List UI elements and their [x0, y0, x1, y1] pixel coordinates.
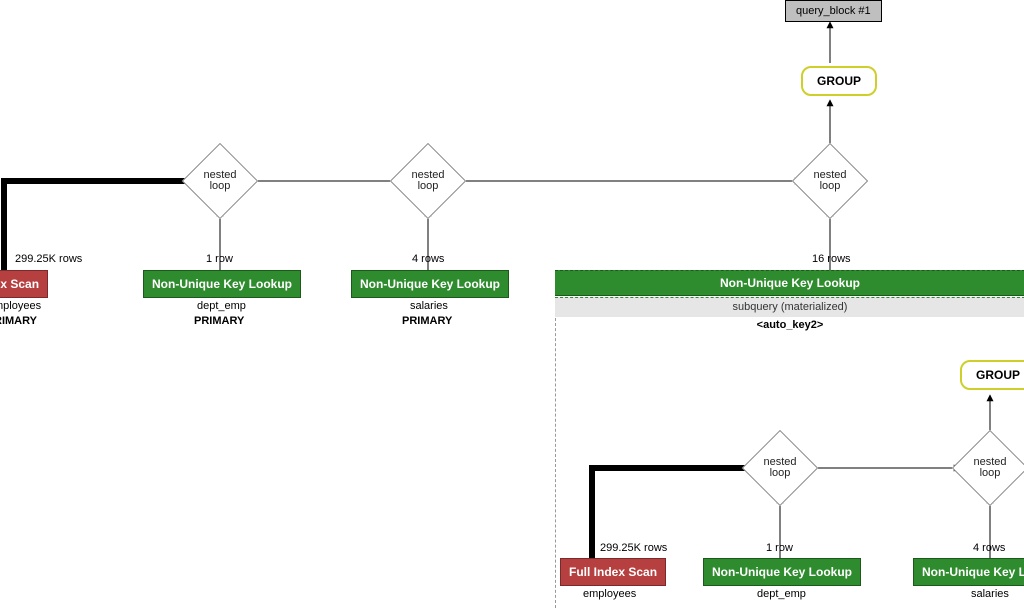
nested-loop-1: nested loop	[193, 154, 247, 208]
op-lookup-deptemp-sub: Non-Unique Key Lookup	[703, 558, 861, 586]
group-pill-sub: GROUP	[960, 360, 1024, 390]
rows-label-salaries: 4 rows	[412, 253, 444, 265]
tbl-deptemp: dept_emp	[197, 300, 246, 312]
tbl-employees-sub: employees	[583, 588, 636, 600]
group-pill-top: GROUP	[801, 66, 877, 96]
nested-loop-2: nested loop	[401, 154, 455, 208]
query-block-box: query_block #1	[785, 0, 882, 22]
subquery-materialized-bar: subquery (materialized)	[555, 297, 1024, 317]
op-full-index-scan-employees: ndex Scan	[0, 270, 48, 298]
op-lookup-subquery: Non-Unique Key Lookup	[555, 270, 1024, 296]
tbl-employees: mployees	[0, 300, 41, 312]
rows-label-salaries-sub: 4 rows	[973, 542, 1005, 554]
query-block-label: query_block #1	[796, 5, 871, 17]
op-lookup-salaries-sub: Non-Unique Key Loo	[913, 558, 1024, 586]
rows-label-deptemp: 1 row	[206, 253, 233, 265]
rows-label-deptemp-sub: 1 row	[766, 542, 793, 554]
key-salaries: PRIMARY	[402, 315, 452, 327]
nested-loop-sub-1: nested loop	[753, 441, 807, 495]
tbl-salaries: salaries	[410, 300, 448, 312]
explain-plan-canvas: query_block #1 GROUP nested loop nested …	[0, 0, 1024, 605]
rows-label-employees-sub: 299.25K rows	[600, 542, 667, 554]
rows-label-subquery: 16 rows	[812, 253, 851, 265]
nested-loop-3: nested loop	[803, 154, 857, 208]
op-lookup-deptemp: Non-Unique Key Lookup	[143, 270, 301, 298]
op-full-index-scan-employees-sub: Full Index Scan	[560, 558, 666, 586]
subquery-divider	[555, 318, 556, 608]
op-lookup-salaries: Non-Unique Key Lookup	[351, 270, 509, 298]
auto-key-label: <auto_key2>	[555, 319, 1024, 331]
tbl-salaries-sub: salaries	[971, 588, 1009, 600]
nested-loop-sub-2: nested loop	[963, 441, 1017, 495]
key-deptemp: PRIMARY	[194, 315, 244, 327]
rows-label-employees: 299.25K rows	[15, 253, 82, 265]
key-employees: RIMARY	[0, 315, 37, 327]
tbl-deptemp-sub: dept_emp	[757, 588, 806, 600]
